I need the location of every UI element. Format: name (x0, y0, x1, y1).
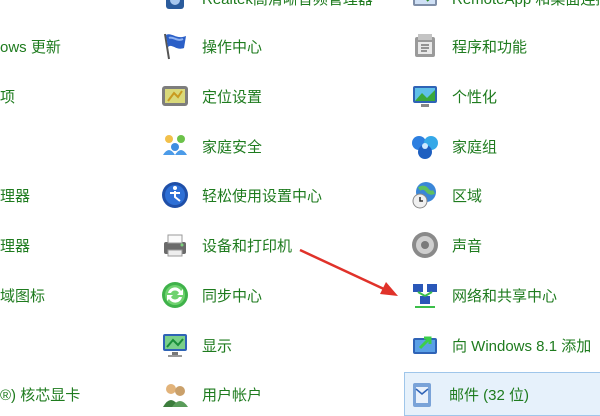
control-panel-item-action-center[interactable]: 操作中心 (158, 24, 398, 68)
item-label: 轻松使用设置中心 (202, 187, 323, 205)
item-label: RemoteApp 和桌面连接 (452, 0, 600, 9)
control-panel-item-display[interactable]: 显示 (158, 323, 398, 367)
globe-clock-icon (408, 178, 442, 212)
control-panel-item-manager-2[interactable]: 理器 (0, 223, 140, 267)
gps-device-icon (158, 79, 192, 113)
item-label: 向 Windows 8.1 添加 (452, 337, 592, 355)
item-label: 理器 (0, 187, 31, 205)
item-label: 域图标 (0, 287, 46, 305)
speaker-icon (158, 0, 192, 15)
item-label: 项 (0, 88, 16, 106)
control-panel-item-location-settings[interactable]: 定位设置 (158, 74, 398, 118)
control-panel-item-add-features[interactable]: 向 Windows 8.1 添加 (408, 323, 600, 367)
programs-icon (408, 29, 442, 63)
item-label: 显示 (202, 337, 233, 355)
control-panel-item-ease-of-access[interactable]: 轻松使用设置中心 (158, 173, 398, 217)
control-panel-item-graphics[interactable]: ®) 核芯显卡 (0, 372, 140, 416)
control-panel-item-personalization[interactable]: 个性化 (408, 74, 600, 118)
item-label: 网络和共享中心 (452, 287, 558, 305)
printer-icon (158, 228, 192, 262)
personalization-icon (408, 79, 442, 113)
control-panel-item-indexing[interactable]: 项 (0, 74, 140, 118)
item-label: 家庭组 (452, 138, 498, 156)
sound-icon (408, 228, 442, 262)
item-label: 用户帐户 (202, 386, 263, 404)
network-icon (408, 278, 442, 312)
sync-icon (158, 278, 192, 312)
item-label: 邮件 (32 位) (449, 386, 530, 404)
control-panel-item-region[interactable]: 区域 (408, 173, 600, 217)
item-label: 程序和功能 (452, 38, 528, 56)
item-label: 声音 (452, 237, 483, 255)
control-panel-item-notification-icons[interactable]: 域图标 (0, 273, 140, 317)
control-panel-item-homegroup[interactable]: 家庭组 (408, 124, 600, 168)
control-panel-item-windows-update[interactable]: ows 更新 (0, 24, 140, 68)
item-label: 设备和打印机 (202, 237, 293, 255)
control-panel-item-devices-printers[interactable]: 设备和打印机 (158, 223, 398, 267)
mail-icon (405, 377, 439, 411)
add-features-icon (408, 328, 442, 362)
family-safety-icon (158, 129, 192, 163)
control-panel-item-sound[interactable]: 声音 (408, 223, 600, 267)
control-panel-item-manager-1[interactable]: 理器 (0, 173, 140, 217)
control-panel-item-family-safety[interactable]: 家庭安全 (158, 124, 398, 168)
item-label: ®) 核芯显卡 (0, 386, 81, 404)
item-label: 同步中心 (202, 287, 263, 305)
item-label: 理器 (0, 237, 31, 255)
homegroup-icon (408, 129, 442, 163)
monitor-icon (158, 328, 192, 362)
item-label: 操作中心 (202, 38, 263, 56)
control-panel-item-realtek[interactable]: Realtek高清晰音频管理器 (158, 0, 398, 20)
remoteapp-icon (408, 0, 442, 15)
item-label: 区域 (452, 187, 483, 205)
ease-of-access-icon (158, 178, 192, 212)
control-panel-item-programs-features[interactable]: 程序和功能 (408, 24, 600, 68)
control-panel-item-sync-center[interactable]: 同步中心 (158, 273, 398, 317)
item-label: ows 更新 (0, 38, 61, 56)
item-label: 家庭安全 (202, 138, 263, 156)
control-panel-item-mail[interactable]: 邮件 (32 位) (404, 372, 600, 416)
control-panel-item-user-accounts[interactable]: 用户帐户 (158, 372, 398, 416)
users-icon (158, 377, 192, 411)
control-panel-item-network-sharing[interactable]: 网络和共享中心 (408, 273, 600, 317)
flag-icon (158, 29, 192, 63)
item-label: 个性化 (452, 88, 498, 106)
control-panel-item-remoteapp[interactable]: RemoteApp 和桌面连接 (408, 0, 600, 20)
item-label: 定位设置 (202, 88, 263, 106)
item-label: Realtek高清晰音频管理器 (202, 0, 373, 9)
